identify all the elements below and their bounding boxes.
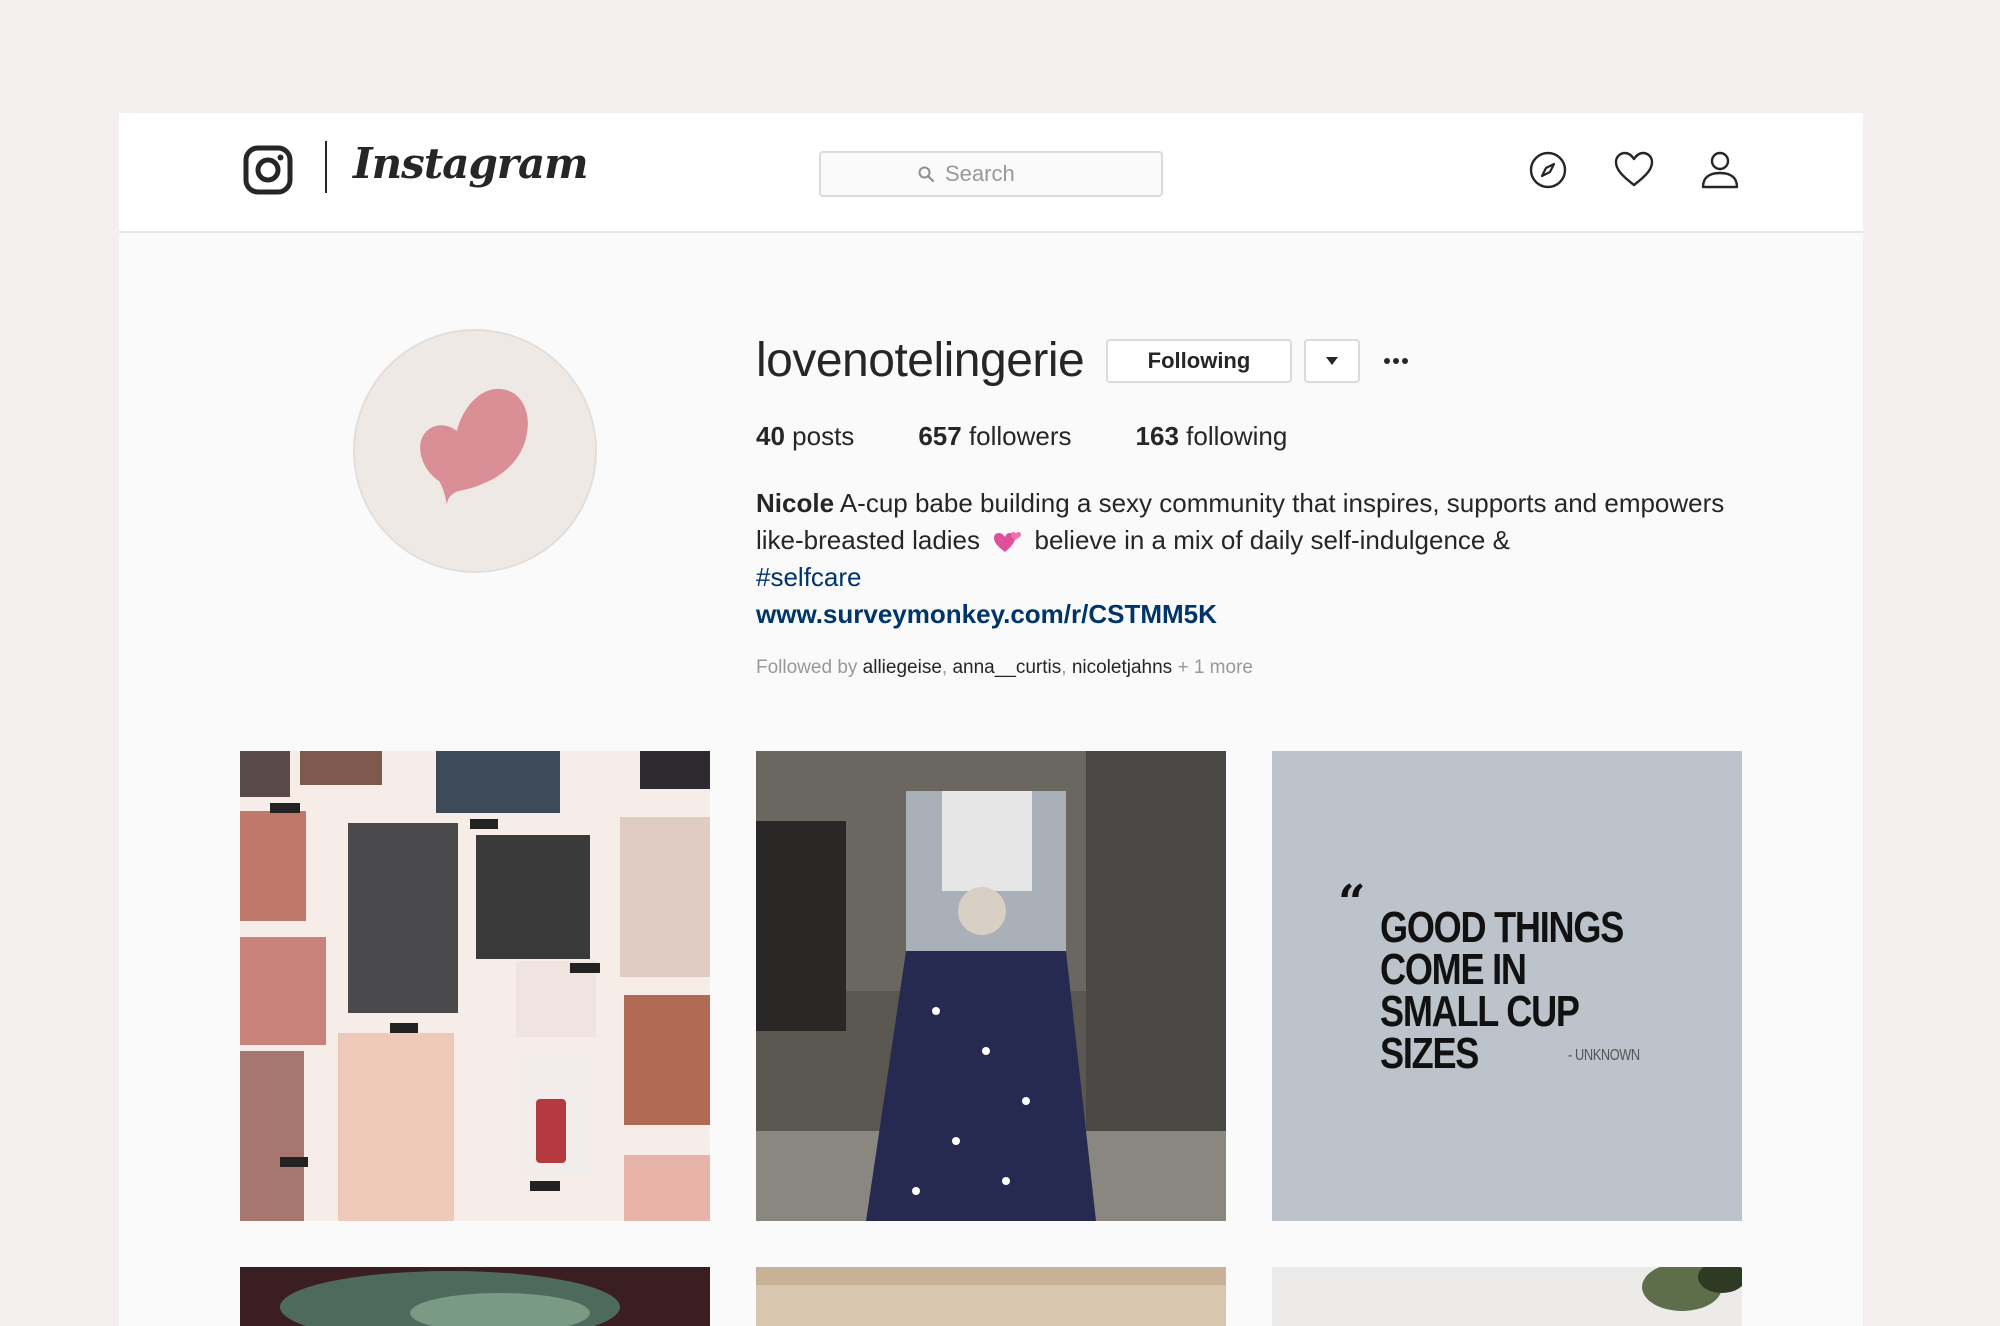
- heart-logo-icon: [420, 388, 528, 505]
- following-count: 163: [1135, 421, 1179, 451]
- two-hearts-emoji-icon: [994, 532, 1022, 553]
- search-input[interactable]: [945, 161, 1065, 187]
- followed-by-user[interactable]: anna__curtis: [952, 657, 1061, 678]
- collage-photo: [240, 751, 710, 1221]
- following-stat[interactable]: 163 following: [1136, 421, 1288, 452]
- followed-by-more[interactable]: + 1 more: [1177, 657, 1253, 678]
- more-options-button[interactable]: [1376, 341, 1416, 381]
- bio-website-link[interactable]: www.surveymonkey.com/r/CSTMM5K: [756, 596, 1736, 633]
- profile-username: lovenotelingerie: [756, 334, 1085, 387]
- following-label: following: [1186, 421, 1288, 451]
- caret-down-icon: [1326, 357, 1338, 365]
- profile-stats: 40 posts 657 followers 163 following: [756, 421, 1351, 452]
- quote-attribution: - UNKNOWN: [1568, 1047, 1640, 1064]
- followed-by-user[interactable]: nicoletjahns: [1072, 657, 1172, 678]
- instagram-glyph-icon[interactable]: [243, 145, 293, 195]
- street-style-photo: [756, 751, 1226, 1221]
- glitter-photo: [240, 1267, 710, 1326]
- profile-icon[interactable]: [1699, 149, 1741, 191]
- quote-mark-icon: “: [1338, 875, 1366, 931]
- post-thumbnail-plant[interactable]: [1272, 1267, 1742, 1326]
- instagram-wordmark[interactable]: Instagram: [353, 139, 589, 188]
- post-thumbnail-collage[interactable]: [240, 751, 710, 1221]
- ellipsis-icon: [1384, 358, 1408, 364]
- fur-photo: [756, 1267, 1226, 1326]
- profile-bio: Nicole A-cup babe building a sexy commun…: [756, 485, 1736, 633]
- followers-count: 657: [918, 421, 962, 451]
- plant-photo: [1272, 1267, 1742, 1326]
- posts-label: posts: [792, 421, 855, 451]
- search-icon: [918, 166, 935, 183]
- heart-icon[interactable]: [1613, 149, 1655, 191]
- profile-avatar[interactable]: [353, 329, 597, 573]
- bio-name: Nicole: [756, 488, 835, 518]
- post-thumbnail-street-style[interactable]: [756, 751, 1226, 1221]
- top-navigation-bar: Instagram: [119, 113, 1863, 233]
- bio-hashtag-link[interactable]: #selfcare: [756, 562, 862, 592]
- followed-by-line[interactable]: Followed by alliegeise, anna__curtis, ni…: [756, 657, 1253, 679]
- bio-text-2: believe in a mix of daily self-indulgenc…: [1034, 525, 1510, 555]
- posts-stat: 40 posts: [756, 421, 854, 452]
- suggestions-dropdown-button[interactable]: [1304, 339, 1360, 383]
- post-thumbnail-glitter[interactable]: [240, 1267, 710, 1326]
- followers-label: followers: [968, 421, 1072, 451]
- compass-icon[interactable]: [1527, 149, 1569, 191]
- following-button[interactable]: Following: [1106, 339, 1292, 383]
- followed-by-user[interactable]: alliegeise: [863, 657, 942, 678]
- search-box[interactable]: [819, 151, 1163, 197]
- logo-divider: [325, 141, 327, 193]
- post-thumbnail-quote[interactable]: “ GOOD THINGS COME IN SMALL CUP SIZES - …: [1272, 751, 1742, 1221]
- posts-count: 40: [756, 421, 785, 451]
- followed-by-prefix: Followed by: [756, 657, 858, 678]
- followers-stat[interactable]: 657 followers: [918, 421, 1071, 452]
- post-thumbnail-fur[interactable]: [756, 1267, 1226, 1326]
- browser-window: Instagram lovenotelingerie Following: [119, 113, 1863, 1326]
